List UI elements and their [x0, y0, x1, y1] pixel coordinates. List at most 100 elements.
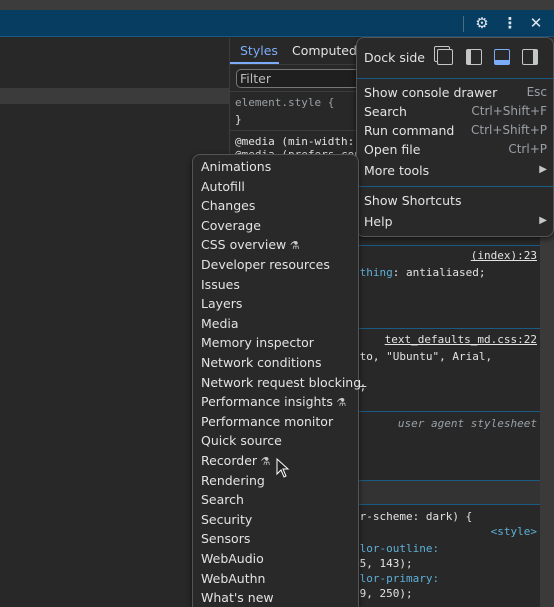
menu-item-show-console-drawer[interactable]: Show console drawer Esc — [357, 85, 553, 104]
menu-item-label: CSS overview — [201, 237, 287, 253]
dock-bottom-icon[interactable] — [494, 49, 510, 65]
rule-close: } — [235, 113, 242, 126]
active-tab-indicator — [230, 62, 279, 64]
menu-item-label: Recorder — [201, 453, 258, 468]
menu-item-label: Media — [201, 315, 239, 331]
source-link-index[interactable]: (index):23 — [471, 249, 537, 262]
submenu-arrow-icon: ▶ — [539, 215, 547, 226]
more-tools-item-what-s-new[interactable]: What's new — [201, 590, 274, 605]
menu-item-label: Layers — [201, 296, 243, 312]
property-value: 45, 143); — [353, 557, 413, 570]
window-top-strip — [0, 0, 554, 10]
more-tools-item-changes[interactable]: Changes — [201, 198, 255, 213]
submenu-arrow-icon: ▶ — [539, 164, 547, 175]
shortcut: Esc — [526, 85, 547, 99]
dock-left-icon[interactable] — [466, 49, 482, 65]
menu-item-label: Performance insights — [201, 394, 333, 410]
undock-icon[interactable] — [437, 49, 453, 65]
declaration: othing: antialiased; — [353, 266, 485, 279]
menu-item-label: Developer resources — [201, 257, 330, 272]
more-tools-item-network-conditions[interactable]: Network conditions — [201, 355, 321, 370]
mouse-cursor-icon — [276, 457, 290, 478]
more-tools-item-autofill[interactable]: Autofill — [201, 179, 245, 194]
menu-item-run-command[interactable]: Run command Ctrl+Shift+P — [357, 123, 553, 142]
menu-item-more-tools[interactable]: More tools ▶ — [357, 163, 553, 182]
menu-item-label: What's new — [201, 590, 274, 606]
menu-item-label: Animations — [201, 159, 272, 174]
dock-side-label: Dock side — [364, 50, 425, 65]
more-tools-item-performance-insights[interactable]: Performance insights ⚗ — [201, 394, 346, 409]
menu-item-label: WebAudio — [201, 551, 264, 566]
dock-right-icon[interactable] — [522, 49, 538, 65]
menu-item-search[interactable]: Search Ctrl+Shift+F — [357, 104, 553, 123]
property-value: 99, 250); — [353, 587, 413, 600]
source-link-text-defaults[interactable]: text_defaults_md.css:22 — [385, 333, 537, 346]
toolbar-divider — [463, 16, 464, 32]
element-style-rule: element.style { — [235, 96, 335, 109]
shortcut: Ctrl+Shift+F — [471, 104, 547, 118]
menu-item-label: Memory inspector — [201, 335, 314, 351]
menu-item-label: Search — [364, 104, 407, 119]
more-tools-item-animations[interactable]: Animations — [201, 159, 271, 174]
menu-item-label: Coverage — [201, 217, 261, 233]
more-tools-item-webaudio[interactable]: WebAudio — [201, 551, 264, 566]
media-scheme: or-scheme: dark) { — [353, 510, 473, 523]
property-value: : antialiased; — [392, 266, 486, 279]
menu-item-label: Run command — [364, 123, 455, 138]
more-tools-item-developer-resources[interactable]: Developer resources — [201, 257, 330, 272]
menu-separator — [357, 78, 553, 79]
more-tools-item-search[interactable]: Search — [201, 492, 244, 507]
gear-icon[interactable]: ⚙ — [472, 13, 492, 33]
tab-computed[interactable]: Computed — [292, 43, 357, 58]
more-tools-item-memory-inspector[interactable]: Memory inspector — [201, 335, 314, 350]
menu-item-show-shortcuts[interactable]: Show Shortcuts — [357, 193, 553, 212]
devtools-toolbar: ⚙ ⋮ ✕ — [0, 10, 554, 37]
close-icon[interactable]: ✕ — [526, 13, 546, 33]
menu-item-label: Help — [364, 214, 393, 229]
property-name: olor-primary: — [353, 572, 440, 585]
menu-item-label: Changes — [201, 198, 256, 214]
style-tag-link[interactable]: <style> — [491, 525, 537, 538]
more-tools-item-network-request-blocking[interactable]: Network request blocking — [201, 375, 361, 390]
more-tools-item-webauthn[interactable]: WebAuthn — [201, 571, 265, 586]
more-tools-item-layers[interactable]: Layers — [201, 296, 242, 311]
menu-item-label: Security — [201, 511, 253, 527]
more-tools-item-quick-source[interactable]: Quick source — [201, 433, 282, 448]
more-tools-item-coverage[interactable]: Coverage — [201, 218, 261, 233]
more-tools-item-recorder[interactable]: Recorder ⚗ — [201, 453, 270, 468]
media-query: @media (min-width: — [235, 135, 355, 148]
experiment-flask-icon: ⚗ — [286, 239, 300, 253]
property-name: olor-outline: — [353, 542, 440, 555]
more-tools-item-issues[interactable]: Issues — [201, 277, 240, 292]
menu-item-label: Open file — [364, 142, 421, 157]
menu-item-label: Rendering — [201, 472, 265, 488]
menu-item-label: Autofill — [201, 178, 245, 194]
more-vertical-icon[interactable]: ⋮ — [500, 13, 520, 33]
menu-item-label: WebAuthn — [201, 570, 266, 586]
more-tools-submenu: Animations Autofill Changes Coverage CSS ove… — [192, 154, 361, 607]
menu-item-label: Show Shortcuts — [364, 193, 462, 208]
menu-item-help[interactable]: Help ▶ — [357, 214, 553, 233]
shortcut: Ctrl+Shift+P — [471, 123, 547, 137]
ua-stylesheet-label: user agent stylesheet — [397, 417, 537, 430]
customize-menu: Dock side Show console drawer Esc Search C… — [356, 37, 554, 237]
more-tools-item-sensors[interactable]: Sensors — [201, 531, 250, 546]
menu-item-label: Network request blocking — [201, 374, 362, 390]
menu-separator — [357, 186, 553, 187]
shortcut: Ctrl+P — [508, 142, 547, 156]
more-tools-item-performance-monitor[interactable]: Performance monitor — [201, 414, 333, 429]
menu-item-label: Sensors — [201, 531, 251, 547]
selected-node-row[interactable] — [0, 88, 229, 104]
more-tools-item-media[interactable]: Media — [201, 316, 239, 331]
menu-item-label: Search — [201, 492, 244, 508]
menu-item-open-file[interactable]: Open file Ctrl+P — [357, 142, 553, 161]
menu-item-label: Issues — [201, 276, 240, 292]
tab-styles[interactable]: Styles — [240, 43, 278, 58]
more-tools-item-css-overview[interactable]: CSS overview ⚗ — [201, 237, 300, 252]
more-tools-item-security[interactable]: Security — [201, 512, 252, 527]
experiment-flask-icon: ⚗ — [332, 396, 347, 410]
more-tools-item-rendering[interactable]: Rendering — [201, 473, 265, 488]
font-family-value: oto, "Ubuntu", Arial, — [353, 350, 493, 363]
menu-item-label: Show console drawer — [364, 85, 498, 100]
menu-item-label: Network conditions — [201, 355, 322, 370]
